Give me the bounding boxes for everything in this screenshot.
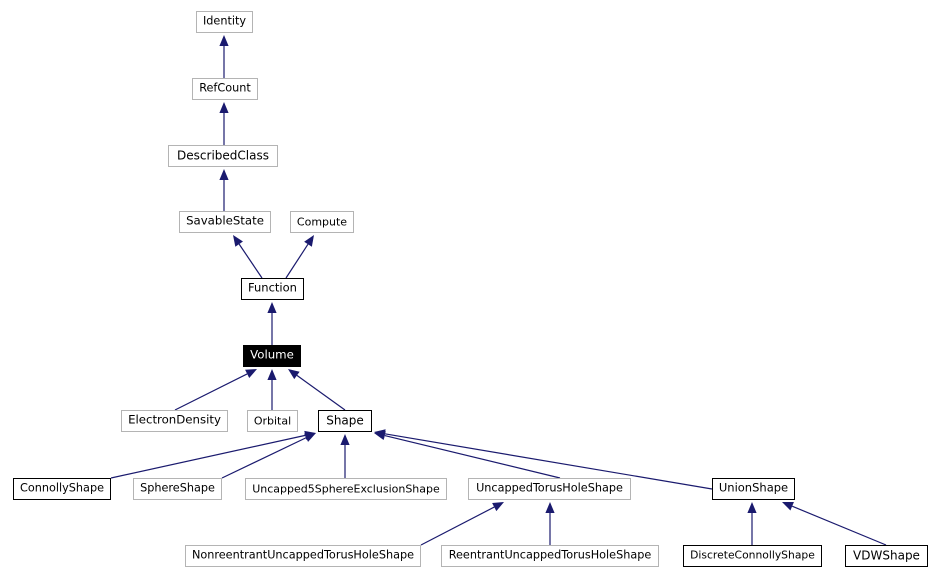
class-node-volume[interactable]: Volume bbox=[243, 345, 301, 367]
class-node-label: ConnollyShape bbox=[19, 481, 105, 495]
inheritance-edge bbox=[747, 502, 757, 545]
inheritance-edge bbox=[340, 434, 350, 478]
class-node-compute[interactable]: Compute bbox=[290, 211, 354, 233]
inheritance-edge bbox=[110, 430, 316, 479]
inheritance-edge bbox=[545, 502, 555, 545]
class-node-sphereshape[interactable]: SphereShape bbox=[133, 478, 222, 500]
class-node-reentrant[interactable]: ReentrantUncappedTorusHoleShape bbox=[441, 545, 659, 567]
inheritance-edge bbox=[221, 433, 316, 479]
class-node-label: Shape bbox=[326, 413, 364, 428]
class-node-label: Compute bbox=[296, 215, 348, 228]
class-node-orbital[interactable]: Orbital bbox=[247, 410, 298, 432]
class-node-label: UnionShape bbox=[718, 480, 789, 495]
class-node-connollyshape[interactable]: ConnollyShape bbox=[13, 478, 111, 500]
class-node-label: Orbital bbox=[253, 414, 292, 427]
inheritance-edge bbox=[233, 235, 263, 279]
class-node-uncappedtorus[interactable]: UncappedTorusHoleShape bbox=[468, 478, 631, 500]
class-node-label: ReentrantUncappedTorusHoleShape bbox=[448, 548, 652, 562]
class-node-shape[interactable]: Shape bbox=[318, 410, 372, 432]
inheritance-edge bbox=[219, 102, 229, 145]
class-node-label: SavableState bbox=[186, 213, 264, 228]
class-node-label: UncappedTorusHoleShape bbox=[476, 481, 623, 495]
class-node-unionshape[interactable]: UnionShape bbox=[712, 478, 795, 500]
class-node-nonreentrant[interactable]: NonreentrantUncappedTorusHoleShape bbox=[185, 545, 421, 567]
class-node-label: DiscreteConnollyShape bbox=[690, 548, 815, 562]
inheritance-edge bbox=[288, 369, 346, 411]
inheritance-diagram: Identity RefCount DescribedClass SavableSta… bbox=[0, 0, 938, 579]
class-node-label: Identity bbox=[202, 14, 247, 28]
inheritance-edge bbox=[174, 369, 257, 411]
inheritance-edge bbox=[420, 502, 504, 546]
class-node-uncapped5[interactable]: Uncapped5SphereExclusionShape bbox=[245, 478, 447, 500]
class-node-label: VDWShape bbox=[853, 548, 920, 563]
inheritance-edge bbox=[374, 431, 561, 479]
class-node-label: ElectronDensity bbox=[128, 412, 221, 427]
class-node-label: Volume bbox=[250, 347, 294, 362]
class-node-identity[interactable]: Identity bbox=[196, 11, 253, 33]
inheritance-edge bbox=[285, 235, 314, 279]
class-node-label: Uncapped5SphereExclusionShape bbox=[252, 482, 440, 495]
class-node-label: Function bbox=[248, 280, 297, 295]
class-node-label: NonreentrantUncappedTorusHoleShape bbox=[191, 548, 415, 562]
inheritance-edge bbox=[782, 501, 887, 546]
inheritance-edge bbox=[267, 369, 277, 410]
class-node-function[interactable]: Function bbox=[241, 278, 304, 300]
inheritance-edge bbox=[219, 169, 229, 211]
inheritance-edge bbox=[267, 302, 277, 345]
class-node-savablestate[interactable]: SavableState bbox=[179, 211, 271, 233]
inheritance-edge bbox=[219, 35, 229, 78]
class-node-describedclass[interactable]: DescribedClass bbox=[168, 145, 278, 167]
class-node-label: SphereShape bbox=[140, 481, 215, 495]
class-node-electrondensity[interactable]: ElectronDensity bbox=[121, 410, 228, 432]
class-node-refcount[interactable]: RefCount bbox=[192, 78, 258, 100]
class-node-discreteconnolly[interactable]: DiscreteConnollyShape bbox=[683, 545, 822, 567]
class-node-label: RefCount bbox=[199, 81, 251, 95]
class-node-vdwshape[interactable]: VDWShape bbox=[845, 545, 928, 567]
class-node-label: DescribedClass bbox=[177, 148, 269, 163]
